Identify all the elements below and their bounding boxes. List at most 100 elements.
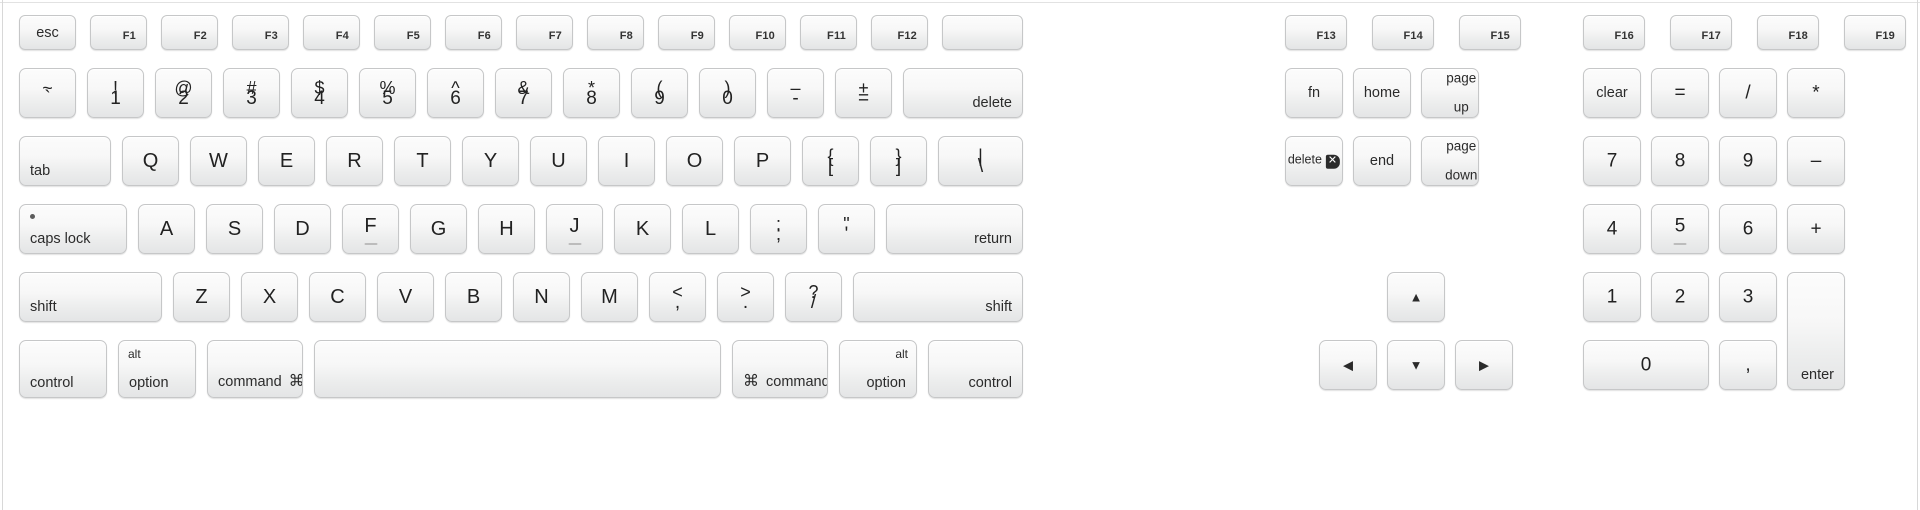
key-equal[interactable]: + = [835, 68, 892, 118]
key-quote[interactable]: " ' [818, 204, 875, 254]
key-left-bracket[interactable]: { [ [802, 136, 859, 186]
key-grave[interactable]: ~ ` [19, 68, 76, 118]
key-keypad-divide[interactable]: / [1719, 68, 1777, 118]
key-n[interactable]: N [513, 272, 570, 322]
key-f12[interactable]: F12 [871, 15, 928, 50]
key-space[interactable] [314, 340, 721, 398]
key-keypad-6[interactable]: 6 [1719, 204, 1777, 254]
key-arrow-right[interactable]: ▶ [1455, 340, 1513, 390]
key-esc[interactable]: esc [19, 15, 76, 50]
key-keypad-minus[interactable]: – [1787, 136, 1845, 186]
key-f[interactable]: F [342, 204, 399, 254]
key-9[interactable]: ( 9 [631, 68, 688, 118]
key-home[interactable]: home [1353, 68, 1411, 118]
key-left-option[interactable]: alt option [118, 340, 196, 398]
key-keypad-plus[interactable]: + [1787, 204, 1845, 254]
key-caps-lock[interactable]: caps lock [19, 204, 127, 254]
key-f8[interactable]: F8 [587, 15, 644, 50]
key-s[interactable]: S [206, 204, 263, 254]
key-y[interactable]: Y [462, 136, 519, 186]
key-keypad-decimal[interactable]: , [1719, 340, 1777, 390]
key-f15[interactable]: F15 [1459, 15, 1521, 50]
key-keypad-2[interactable]: 2 [1651, 272, 1709, 322]
key-delete[interactable]: delete [903, 68, 1023, 118]
key-f7[interactable]: F7 [516, 15, 573, 50]
key-keypad-enter[interactable]: enter [1787, 272, 1845, 390]
key-keypad-1[interactable]: 1 [1583, 272, 1641, 322]
key-right-command[interactable]: ⌘ command [732, 340, 828, 398]
key-0[interactable]: ) 0 [699, 68, 756, 118]
key-f16[interactable]: F16 [1583, 15, 1645, 50]
key-semicolon[interactable]: : ; [750, 204, 807, 254]
key-f18[interactable]: F18 [1757, 15, 1819, 50]
key-period[interactable]: > . [717, 272, 774, 322]
key-left-command[interactable]: command ⌘ [207, 340, 303, 398]
key-keypad-8[interactable]: 8 [1651, 136, 1709, 186]
key-f10[interactable]: F10 [729, 15, 786, 50]
key-x[interactable]: X [241, 272, 298, 322]
key-m[interactable]: M [581, 272, 638, 322]
key-k[interactable]: K [614, 204, 671, 254]
key-f2[interactable]: F2 [161, 15, 218, 50]
key-g[interactable]: G [410, 204, 467, 254]
key-3[interactable]: # 3 [223, 68, 280, 118]
key-keypad-9[interactable]: 9 [1719, 136, 1777, 186]
key-1[interactable]: ! 1 [87, 68, 144, 118]
key-page-down[interactable]: page down [1421, 136, 1479, 186]
key-keypad-3[interactable]: 3 [1719, 272, 1777, 322]
key-backslash[interactable]: | \ [938, 136, 1023, 186]
key-b[interactable]: B [445, 272, 502, 322]
key-keypad-7[interactable]: 7 [1583, 136, 1641, 186]
key-4[interactable]: $ 4 [291, 68, 348, 118]
key-u[interactable]: U [530, 136, 587, 186]
key-fn[interactable]: fn [1285, 68, 1343, 118]
key-r[interactable]: R [326, 136, 383, 186]
key-page-up[interactable]: page up [1421, 68, 1479, 118]
key-keypad-0[interactable]: 0 [1583, 340, 1709, 390]
key-arrow-left[interactable]: ◀ [1319, 340, 1377, 390]
key-f6[interactable]: F6 [445, 15, 502, 50]
key-f14[interactable]: F14 [1372, 15, 1434, 50]
key-t[interactable]: T [394, 136, 451, 186]
key-f5[interactable]: F5 [374, 15, 431, 50]
key-f1[interactable]: F1 [90, 15, 147, 50]
key-right-bracket[interactable]: } ] [870, 136, 927, 186]
key-keypad-equal[interactable]: = [1651, 68, 1709, 118]
key-v[interactable]: V [377, 272, 434, 322]
key-eject[interactable] [942, 15, 1023, 50]
key-p[interactable]: P [734, 136, 791, 186]
key-f19[interactable]: F19 [1844, 15, 1906, 50]
key-keypad-4[interactable]: 4 [1583, 204, 1641, 254]
key-f3[interactable]: F3 [232, 15, 289, 50]
key-end[interactable]: end [1353, 136, 1411, 186]
key-a[interactable]: A [138, 204, 195, 254]
key-d[interactable]: D [274, 204, 331, 254]
key-slash[interactable]: ? / [785, 272, 842, 322]
key-tab[interactable]: tab [19, 136, 111, 186]
key-keypad-multiply[interactable]: * [1787, 68, 1845, 118]
key-c[interactable]: C [309, 272, 366, 322]
key-z[interactable]: Z [173, 272, 230, 322]
key-2[interactable]: @ 2 [155, 68, 212, 118]
key-h[interactable]: H [478, 204, 535, 254]
key-5[interactable]: % 5 [359, 68, 416, 118]
key-return[interactable]: return [886, 204, 1023, 254]
key-e[interactable]: E [258, 136, 315, 186]
key-comma[interactable]: < , [649, 272, 706, 322]
key-keypad-clear[interactable]: clear [1583, 68, 1641, 118]
key-o[interactable]: O [666, 136, 723, 186]
key-l[interactable]: L [682, 204, 739, 254]
key-forward-delete[interactable]: delete ✕ [1285, 136, 1343, 186]
key-8[interactable]: * 8 [563, 68, 620, 118]
key-left-shift[interactable]: shift [19, 272, 162, 322]
key-arrow-down[interactable]: ▼ [1387, 340, 1445, 390]
key-f4[interactable]: F4 [303, 15, 360, 50]
key-f9[interactable]: F9 [658, 15, 715, 50]
key-arrow-up[interactable]: ▲ [1387, 272, 1445, 322]
key-f17[interactable]: F17 [1670, 15, 1732, 50]
key-right-control[interactable]: control [928, 340, 1023, 398]
key-f13[interactable]: F13 [1285, 15, 1347, 50]
key-7[interactable]: & 7 [495, 68, 552, 118]
key-w[interactable]: W [190, 136, 247, 186]
key-keypad-5[interactable]: 5 [1651, 204, 1709, 254]
